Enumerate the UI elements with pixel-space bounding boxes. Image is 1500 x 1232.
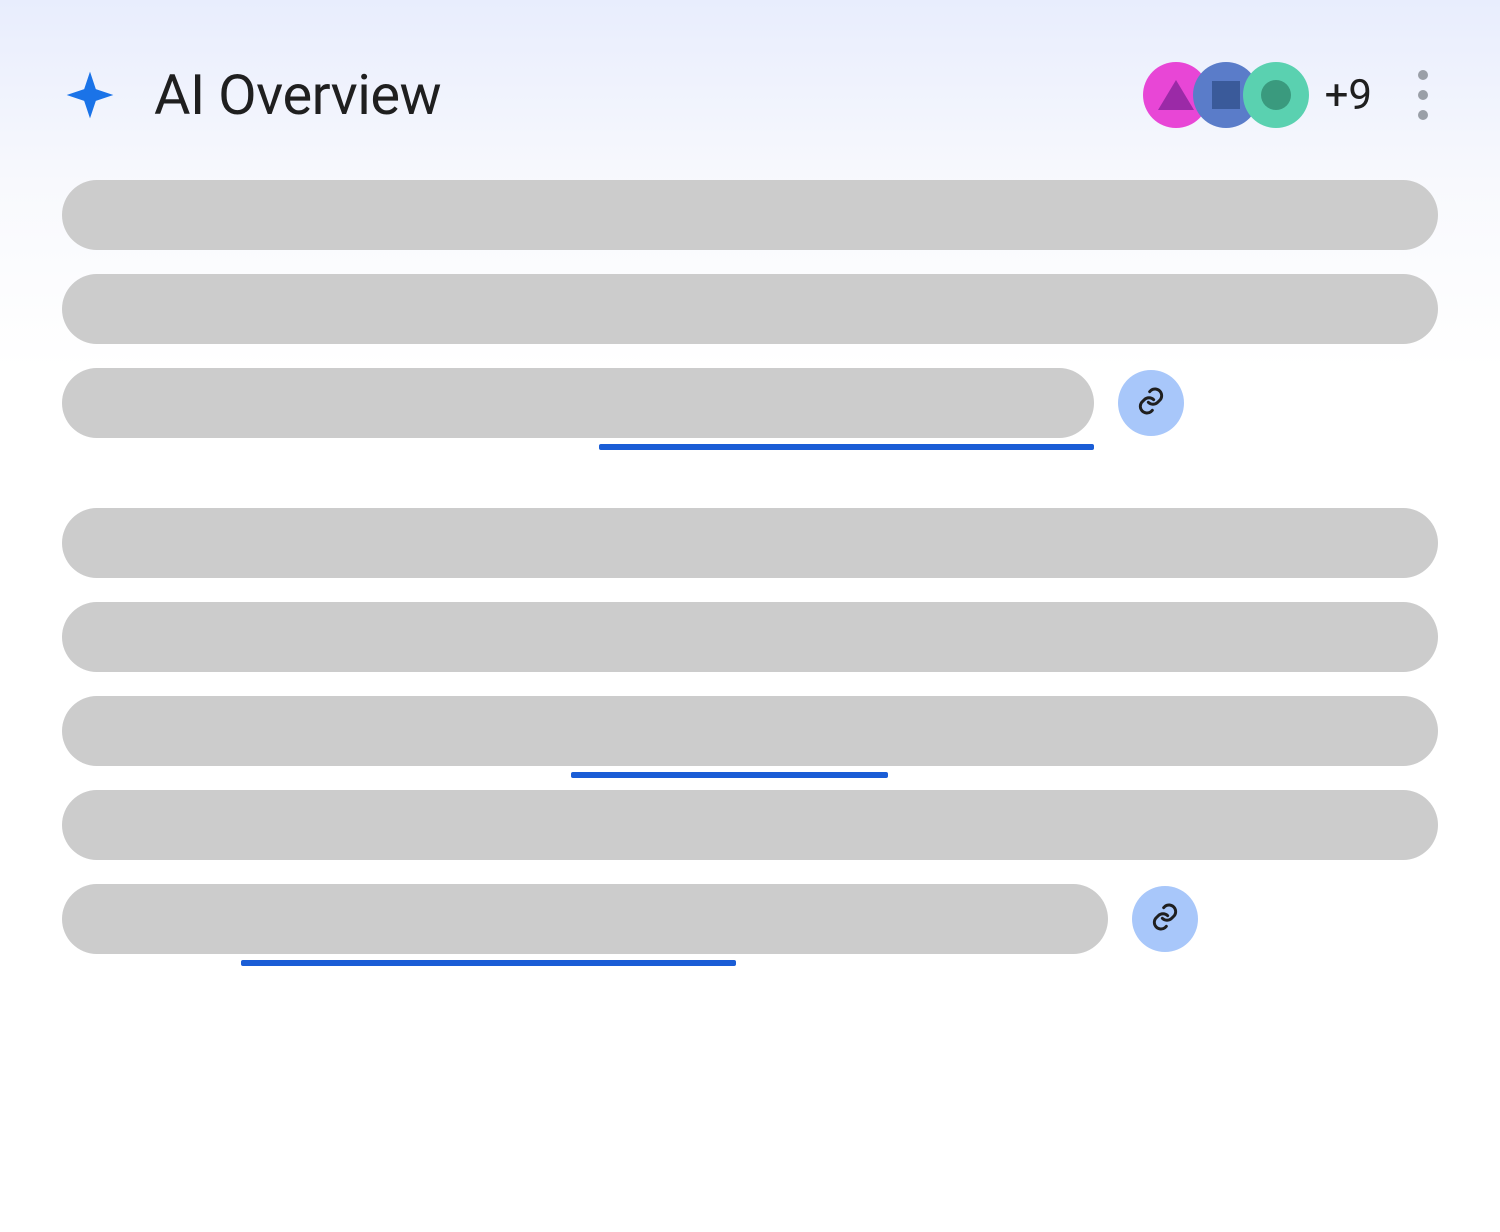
text-placeholder	[62, 790, 1438, 860]
text-placeholder	[62, 368, 1094, 438]
text-placeholder	[62, 602, 1438, 672]
paragraph	[62, 180, 1438, 438]
text-placeholder-row	[62, 508, 1438, 578]
text-placeholder-row	[62, 180, 1438, 250]
header-left: AI Overview	[62, 62, 441, 128]
text-placeholder	[62, 274, 1438, 344]
citation-link-chip[interactable]	[1132, 886, 1198, 952]
sparkle-icon	[62, 67, 118, 123]
more-menu-button[interactable]	[1408, 60, 1438, 130]
triangle-icon	[1158, 80, 1194, 110]
text-placeholder	[62, 696, 1438, 766]
content-area	[0, 180, 1500, 954]
source-badges	[1143, 62, 1309, 128]
hyperlink-underline[interactable]	[599, 444, 1094, 450]
link-icon	[1135, 385, 1167, 421]
text-placeholder	[62, 180, 1438, 250]
text-placeholder-row	[62, 696, 1438, 766]
square-icon	[1212, 81, 1240, 109]
header: AI Overview +9	[0, 0, 1500, 180]
hyperlink-underline[interactable]	[241, 960, 736, 966]
text-placeholder-row	[62, 274, 1438, 344]
text-placeholder-row	[62, 368, 1438, 438]
text-placeholder-row	[62, 790, 1438, 860]
more-vertical-icon	[1418, 70, 1428, 80]
sources-overflow-count[interactable]: +9	[1325, 71, 1372, 120]
link-icon	[1149, 901, 1181, 937]
page-title: AI Overview	[154, 62, 441, 128]
text-placeholder-row	[62, 884, 1438, 954]
text-placeholder	[62, 508, 1438, 578]
circle-icon	[1261, 80, 1291, 110]
sources-group[interactable]: +9	[1143, 62, 1372, 128]
source-badge-3[interactable]	[1243, 62, 1309, 128]
header-right: +9	[1143, 60, 1438, 130]
text-placeholder	[62, 884, 1108, 954]
hyperlink-underline[interactable]	[571, 772, 887, 778]
paragraph	[62, 508, 1438, 954]
text-placeholder-row	[62, 602, 1438, 672]
citation-link-chip[interactable]	[1118, 370, 1184, 436]
